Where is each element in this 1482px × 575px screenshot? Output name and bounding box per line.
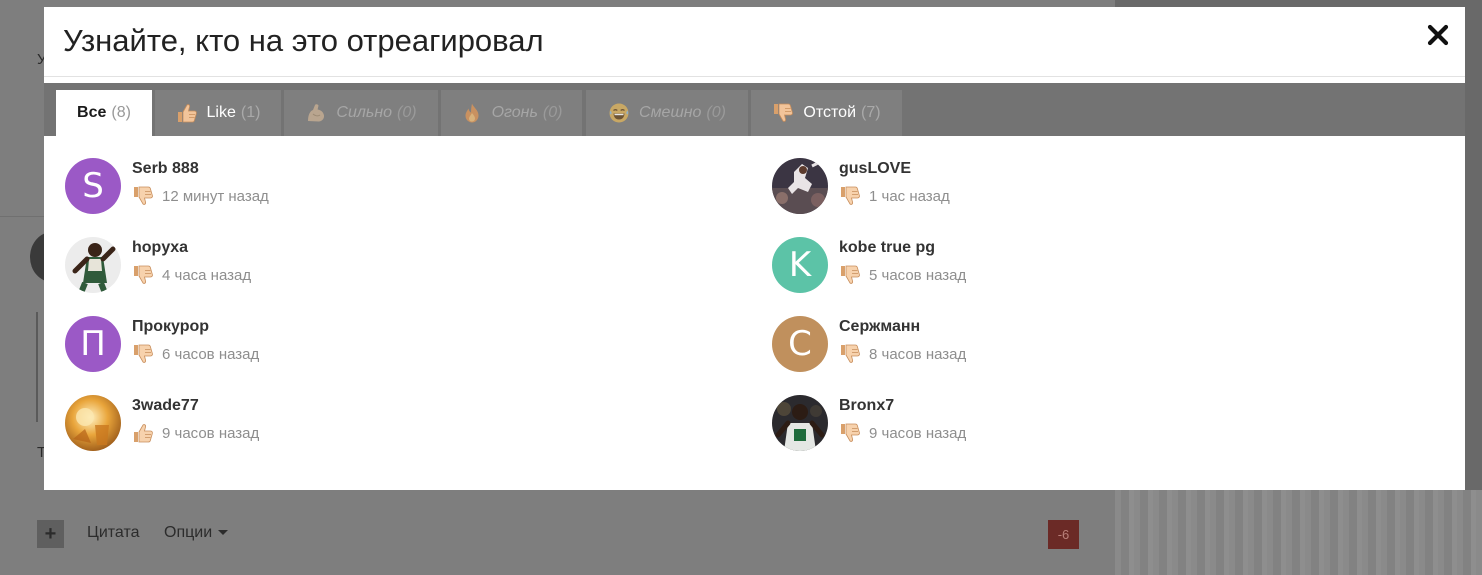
background-options-label: Опции xyxy=(164,524,213,541)
thumbs-up-icon xyxy=(134,424,153,443)
avatar[interactable] xyxy=(772,395,828,451)
background-options-link: Опции xyxy=(164,524,229,542)
user-meta: 5 часов назад xyxy=(839,264,966,286)
list-item: Bronx7 9 часов назад xyxy=(772,395,1432,455)
background-quote-link: Цитата xyxy=(87,524,140,541)
list-item: gusLOVE 1 час назад xyxy=(772,158,1432,218)
background-score-badge: -6 xyxy=(1048,520,1079,549)
user-photo xyxy=(772,158,828,214)
avatar[interactable] xyxy=(65,395,121,451)
avatar[interactable]: K xyxy=(772,237,828,293)
reaction-time: 4 часа назад xyxy=(162,266,252,284)
user-name-link[interactable]: Прокурор xyxy=(132,318,209,336)
list-item: П Прокурор 6 часов назад xyxy=(65,316,725,376)
tab-like[interactable]: Like (1) xyxy=(155,90,281,136)
reaction-time: 9 часов назад xyxy=(869,424,967,442)
reaction-time: 6 часов назад xyxy=(162,345,260,363)
thumbs-down-icon xyxy=(841,344,860,363)
background-sidebar-image xyxy=(1115,490,1482,575)
user-name-link[interactable]: Сержманн xyxy=(839,318,920,336)
flexed-biceps-icon xyxy=(308,104,325,122)
tab-fire[interactable]: Огонь (0) xyxy=(441,90,582,136)
tab-label: Сильно xyxy=(336,104,393,121)
reaction-time: 12 минут назад xyxy=(162,187,269,205)
avatar[interactable] xyxy=(65,237,121,293)
user-name-link[interactable]: 3wade77 xyxy=(132,397,199,415)
avatar[interactable]: C xyxy=(772,316,828,372)
user-name-link[interactable]: hopyxa xyxy=(132,239,188,257)
caret-down-icon xyxy=(218,530,229,536)
tab-funny[interactable]: Смешно (0) xyxy=(586,90,748,136)
tab-strong[interactable]: Сильно (0) xyxy=(284,90,438,136)
modal-header: Узнайте, кто на это отреагировал xyxy=(44,7,1465,77)
tab-count: (0) xyxy=(542,104,563,121)
reacted-users-list: S Serb 888 12 минут назад gusLOVE 1 час … xyxy=(44,136,1465,490)
user-meta: 4 часа назад xyxy=(132,264,251,286)
tab-label: Отстой xyxy=(803,104,856,121)
list-item: hopyxa 4 часа назад xyxy=(65,237,725,297)
thumbs-down-icon xyxy=(841,423,860,442)
thumbs-down-icon xyxy=(841,265,860,284)
modal-title: Узнайте, кто на это отреагировал xyxy=(63,23,544,58)
reaction-tabs: Все (8) Like (1) Сильно (0) Огонь (0) См… xyxy=(44,83,1465,136)
thumbs-down-icon xyxy=(134,344,153,363)
avatar[interactable] xyxy=(772,158,828,214)
tab-label: Смешно xyxy=(639,104,702,121)
user-name-link[interactable]: kobe true pg xyxy=(839,239,935,257)
thumbs-down-icon xyxy=(134,265,153,284)
user-name-link[interactable]: Bronx7 xyxy=(839,397,894,415)
avatar[interactable]: П xyxy=(65,316,121,372)
close-button[interactable] xyxy=(1424,21,1452,49)
reactions-modal: Узнайте, кто на это отреагировал Все (8)… xyxy=(44,7,1465,490)
reaction-time: 8 часов назад xyxy=(869,345,967,363)
user-photo xyxy=(65,395,121,451)
thumbs-down-icon xyxy=(774,103,794,122)
list-item: C Сержманн 8 часов назад xyxy=(772,316,1432,376)
user-photo xyxy=(65,237,121,293)
tab-sucks[interactable]: Отстой (7) xyxy=(751,90,902,136)
user-meta: 1 час назад xyxy=(839,185,950,207)
background-plus-button: + xyxy=(37,520,64,548)
tab-label: Like xyxy=(206,104,236,121)
thumbs-down-icon xyxy=(841,186,860,205)
reaction-time: 9 часов назад xyxy=(162,424,260,442)
avatar[interactable]: S xyxy=(65,158,121,214)
user-meta: 6 часов назад xyxy=(132,343,259,365)
tab-label: Все xyxy=(77,104,107,121)
tab-label: Огонь xyxy=(491,104,538,121)
tab-count: (0) xyxy=(706,104,726,121)
user-name-link[interactable]: gusLOVE xyxy=(839,160,911,178)
user-meta: 9 часов назад xyxy=(132,422,259,444)
list-item: K kobe true pg 5 часов назад xyxy=(772,237,1432,297)
user-meta: 12 минут назад xyxy=(132,185,269,207)
user-name-link[interactable]: Serb 888 xyxy=(132,160,199,178)
tab-all[interactable]: Все (8) xyxy=(56,90,152,136)
fire-icon xyxy=(465,103,479,123)
list-item: 3wade77 9 часов назад xyxy=(65,395,725,455)
tab-count: (8) xyxy=(111,104,131,121)
thumbs-up-icon xyxy=(177,104,197,123)
user-meta: 9 часов назад xyxy=(839,422,966,444)
close-icon xyxy=(1427,24,1449,46)
user-photo xyxy=(772,395,828,451)
list-item: S Serb 888 12 минут назад xyxy=(65,158,725,218)
tab-count: (1) xyxy=(240,104,261,121)
background-quote-bar xyxy=(36,312,38,422)
thumbs-down-icon xyxy=(134,186,153,205)
tears-of-joy-icon xyxy=(609,103,629,123)
reaction-time: 1 час назад xyxy=(869,187,950,205)
user-meta: 8 часов назад xyxy=(839,343,966,365)
reaction-time: 5 часов назад xyxy=(869,266,967,284)
tab-count: (7) xyxy=(861,104,881,121)
tab-count: (0) xyxy=(397,104,417,121)
